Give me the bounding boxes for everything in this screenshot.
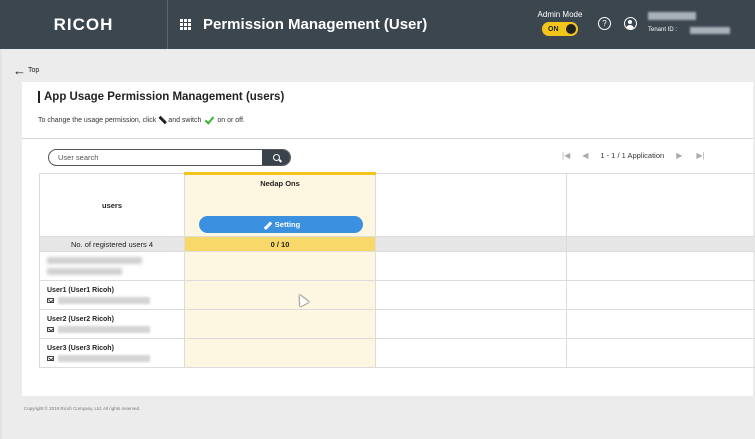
redacted-text [47, 257, 142, 264]
search-icon [272, 154, 280, 161]
search-button[interactable] [262, 150, 290, 165]
instruction-post: on or off. [217, 116, 245, 124]
pencil-icon [262, 219, 273, 230]
empty-cell [566, 280, 755, 310]
copyright-footer: Copyright © 2019 Ricoh Company, Ltd. All… [24, 406, 141, 411]
setting-button[interactable]: Setting [199, 216, 363, 233]
empty-cell [375, 236, 567, 252]
table-row: User2 (User2 Ricoh) [39, 309, 755, 339]
app-title-text: Permission Management (User) [203, 16, 428, 33]
content-card: App Usage Permission Management (users) … [22, 82, 755, 396]
empty-cell [375, 309, 567, 339]
permission-cell[interactable] [184, 251, 376, 281]
empty-cell [566, 236, 755, 252]
redacted-email [58, 296, 150, 304]
redacted-tenant-id [690, 27, 730, 34]
app-name: Nedap Ons [260, 179, 300, 188]
registered-count-row: No. of registered users 4 0 / 10 [39, 236, 755, 252]
permission-cell[interactable] [184, 280, 376, 310]
empty-column-header [566, 173, 755, 237]
ricoh-logo: RICOH [0, 0, 168, 49]
app-title: Permission Management (User) [180, 0, 427, 49]
empty-cell [566, 309, 755, 339]
table-row [39, 251, 755, 281]
back-link[interactable]: ← Top [13, 64, 39, 77]
setting-label: Setting [274, 220, 301, 229]
empty-cell [566, 251, 755, 281]
empty-cell [566, 338, 755, 368]
admin-toggle-text: ON [548, 25, 559, 33]
toggle-knob [566, 24, 576, 34]
redacted-text [47, 268, 122, 275]
help-icon[interactable]: ? [598, 17, 611, 30]
permission-cell[interactable] [184, 309, 376, 339]
user-name: User1 (User1 Ricoh) [47, 286, 114, 294]
admin-mode-toggle[interactable]: ON [542, 22, 578, 36]
first-page-icon[interactable]: |◀ [562, 151, 570, 160]
redacted-user-cell [39, 251, 185, 281]
last-page-icon[interactable]: ▶| [696, 151, 704, 160]
admin-mode-label: Admin Mode [537, 10, 583, 19]
user-icon[interactable] [624, 17, 637, 30]
divider [22, 138, 753, 139]
user-name: User2 (User2 Ricoh) [47, 315, 114, 323]
empty-cell [375, 338, 567, 368]
back-link-label: Top [28, 67, 40, 74]
table-row: User1 (User1 Ricoh) [39, 280, 755, 310]
admin-mode: Admin Mode ON [530, 10, 590, 36]
next-page-icon[interactable]: ▶ [676, 151, 682, 160]
user-cell: User3 (User3 Ricoh) [39, 338, 185, 368]
user-name: User3 (User3 Ricoh) [47, 344, 114, 352]
back-arrow-icon: ← [13, 63, 26, 78]
prev-page-icon[interactable]: ◀ [582, 151, 588, 160]
page-title: App Usage Permission Management (users) [38, 91, 284, 103]
table-row: User3 (User3 Ricoh) [39, 338, 755, 368]
pencil-icon [157, 114, 168, 125]
users-column-header: users [39, 173, 185, 237]
empty-column-header [375, 173, 567, 237]
user-search [48, 149, 291, 166]
instruction-pre: To change the usage permission, click [38, 116, 157, 124]
user-cell: User2 (User2 Ricoh) [39, 309, 185, 339]
registered-count-label: No. of registered users 4 [39, 236, 185, 252]
app-usage-count: 0 / 10 [184, 236, 376, 252]
mail-icon [47, 355, 54, 361]
pager-text: 1 - 1 / 1 Application [600, 151, 665, 160]
permission-table: users Nedap Ons Setting No. of registere… [39, 172, 755, 368]
main-area: ← Top App Usage Permission Management (u… [0, 49, 755, 439]
search-input[interactable] [49, 150, 264, 165]
grid-icon[interactable] [180, 19, 191, 30]
user-cell: User1 (User1 Ricoh) [39, 280, 185, 310]
app-column-header: Nedap Ons Setting [184, 172, 376, 237]
permission-cell[interactable] [184, 338, 376, 368]
empty-cell [375, 251, 567, 281]
tenant-id-label: Tenant ID : [648, 27, 678, 33]
instruction-mid: and switch [168, 116, 202, 124]
instruction-text: To change the usage permission, click an… [38, 116, 245, 124]
check-icon [204, 116, 214, 124]
redacted-email [58, 325, 150, 333]
top-bar: RICOH Permission Management (User) Admin… [0, 0, 755, 49]
mail-icon [47, 297, 54, 303]
pager: |◀ ◀ 1 - 1 / 1 Application ▶ ▶| [562, 151, 705, 160]
mail-icon [47, 326, 54, 332]
redacted-user-name [648, 12, 696, 20]
redacted-email [58, 354, 150, 362]
empty-cell [375, 280, 567, 310]
